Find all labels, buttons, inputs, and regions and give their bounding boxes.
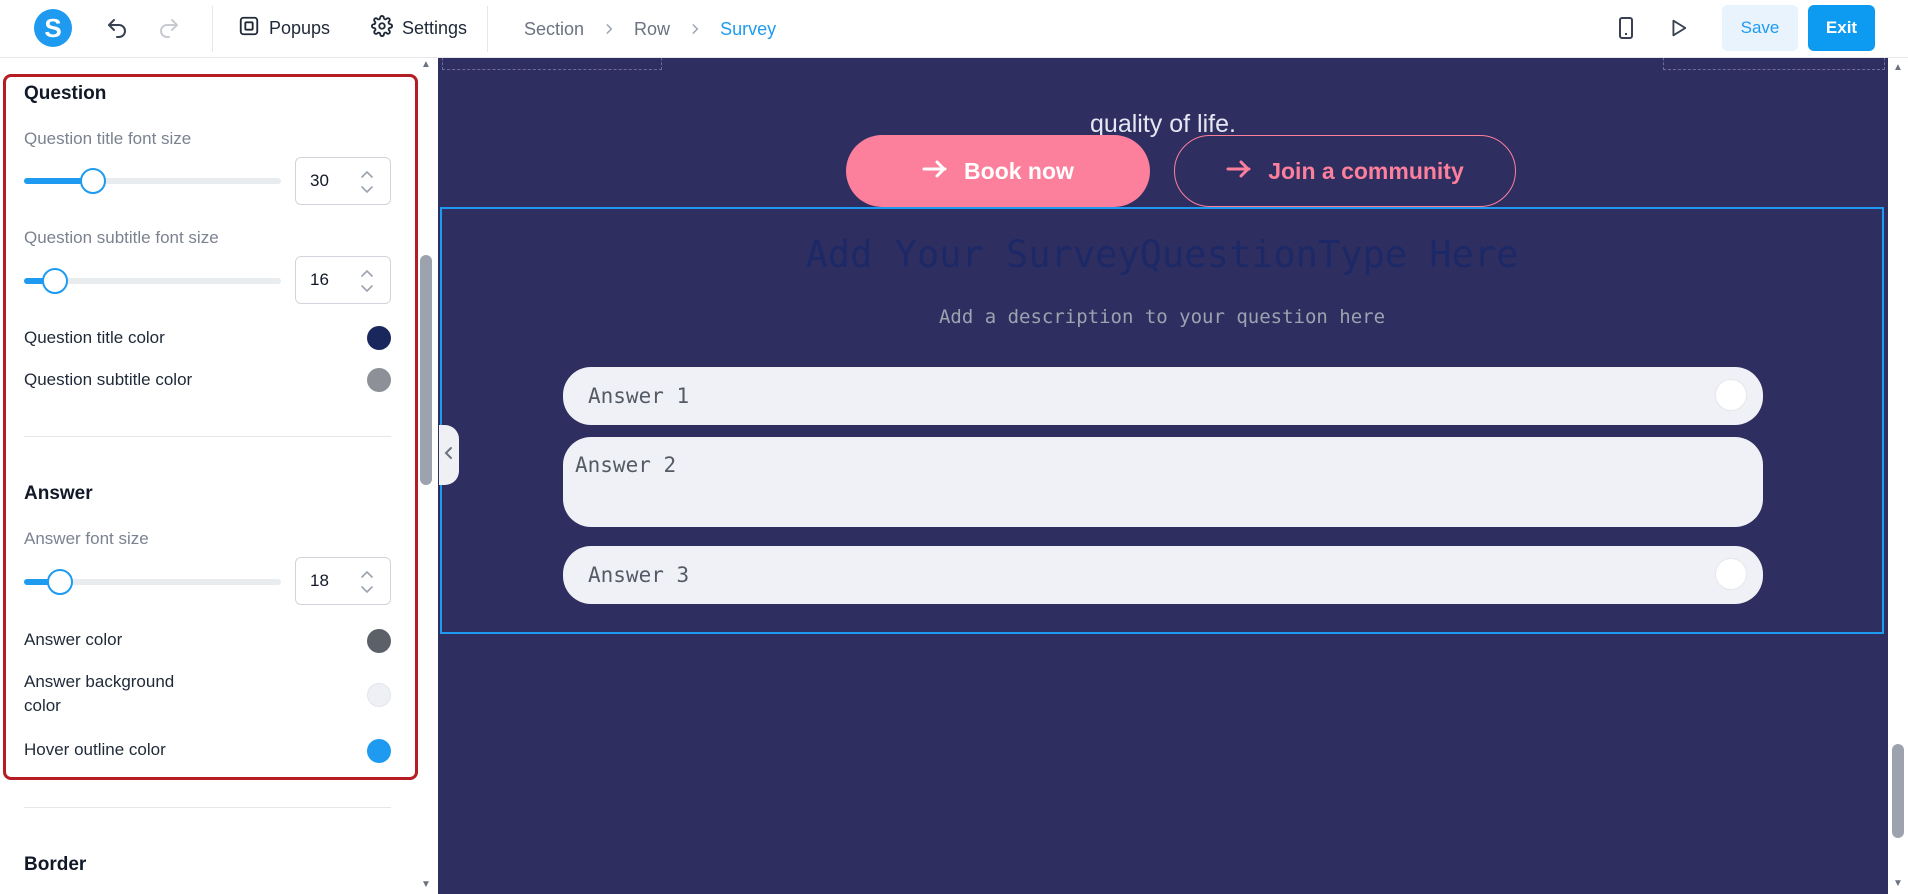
play-preview-icon[interactable] xyxy=(1664,14,1692,42)
slider-thumb[interactable] xyxy=(41,268,68,294)
join-community-button[interactable]: Join a community xyxy=(1174,135,1516,207)
answer-color-label: Answer color xyxy=(24,630,123,649)
radio-button[interactable] xyxy=(1715,379,1747,411)
mobile-preview-icon[interactable] xyxy=(1612,14,1640,42)
editor-canvas: quality of life. Book now Join a communi… xyxy=(438,58,1888,894)
settings-label: Settings xyxy=(402,17,468,38)
book-now-button[interactable]: Book now xyxy=(846,135,1150,207)
scroll-up-icon[interactable]: ▲ xyxy=(420,60,432,70)
undo-icon[interactable] xyxy=(103,14,131,42)
answer-option[interactable]: Answer 3 xyxy=(563,546,1763,604)
popups-icon xyxy=(238,15,260,42)
settings-panel: Question Question title font size 30 Que… xyxy=(0,58,437,894)
stepper-value[interactable]: 16 xyxy=(310,270,329,290)
question-title-font-size-slider[interactable] xyxy=(24,168,281,194)
answer-option[interactable]: Answer 1 xyxy=(563,367,1763,425)
answer-text: Answer 3 xyxy=(588,563,690,587)
answer-background-label-line2: color xyxy=(24,696,61,715)
hover-outline-color-swatch[interactable] xyxy=(367,739,391,763)
answer-font-size-label: Answer font size xyxy=(24,529,149,548)
collapse-panel-button[interactable] xyxy=(439,425,459,485)
breadcrumb-row[interactable]: Row xyxy=(634,19,670,40)
scroll-down-icon[interactable]: ▼ xyxy=(420,880,432,890)
question-section-title: Question xyxy=(24,83,107,104)
save-button[interactable]: Save xyxy=(1722,5,1798,51)
question-title-font-size-label: Question title font size xyxy=(24,129,192,148)
answer-background-label-line1: Answer background xyxy=(24,672,175,691)
arrow-right-icon xyxy=(922,158,948,185)
redo-icon[interactable] xyxy=(155,14,183,42)
answer-background-color-label: Answer background color xyxy=(24,670,174,718)
chevron-right-icon xyxy=(598,18,620,40)
breadcrumb-survey[interactable]: Survey xyxy=(720,19,776,40)
book-now-label: Book now xyxy=(964,157,1074,184)
toolbar-divider xyxy=(212,6,213,52)
question-subtitle-font-size-stepper[interactable]: 16 xyxy=(295,256,391,304)
column-outline xyxy=(1663,58,1885,70)
exit-button[interactable]: Exit xyxy=(1808,5,1875,51)
popups-label: Popups xyxy=(269,17,331,38)
stepper-value[interactable]: 30 xyxy=(310,171,329,191)
section-divider xyxy=(24,807,391,808)
canvas-scrollbar[interactable]: ▲ ▼ xyxy=(1888,58,1908,894)
settings-button[interactable]: Settings xyxy=(371,14,467,42)
scroll-up-icon[interactable]: ▲ xyxy=(1892,62,1904,73)
popups-button[interactable]: Popups xyxy=(238,14,330,42)
answer-font-size-slider[interactable] xyxy=(24,569,281,595)
gear-icon xyxy=(371,14,393,42)
survey-question-title[interactable]: Add Your SurveyQuestionType Here xyxy=(442,233,1882,276)
survey-question-description[interactable]: Add a description to your question here xyxy=(442,306,1882,328)
scrollbar-thumb[interactable] xyxy=(1892,744,1904,838)
answer-text: Answer 1 xyxy=(588,384,690,408)
question-title-color-swatch[interactable] xyxy=(367,326,391,350)
stepper-arrows-icon[interactable] xyxy=(360,169,374,195)
stepper-arrows-icon[interactable] xyxy=(360,268,374,294)
question-subtitle-font-size-label: Question subtitle font size xyxy=(24,228,219,247)
survey-block[interactable]: Add Your SurveyQuestionType Here Add a d… xyxy=(440,207,1884,634)
border-section-title: Border xyxy=(24,854,87,875)
question-subtitle-font-size-slider[interactable] xyxy=(24,268,281,294)
panel-scrollbar[interactable]: ▲ ▼ xyxy=(420,58,436,894)
slider-thumb[interactable] xyxy=(46,569,73,595)
hover-outline-color-label: Hover outline color xyxy=(24,740,166,759)
column-outline xyxy=(442,58,662,70)
question-title-font-size-stepper[interactable]: 30 xyxy=(295,157,391,205)
hero-text: quality of life. xyxy=(1090,110,1236,138)
question-title-color-label: Question title color xyxy=(24,328,165,347)
app-logo[interactable]: S xyxy=(34,9,72,47)
stepper-value[interactable]: 18 xyxy=(310,571,329,591)
question-subtitle-color-swatch[interactable] xyxy=(367,368,391,392)
question-subtitle-color-label: Question subtitle color xyxy=(24,370,193,389)
top-toolbar: S Popups Settings Section Row Survey Sav… xyxy=(0,0,1908,58)
answer-color-swatch[interactable] xyxy=(367,629,391,653)
answer-text: Answer 2 xyxy=(575,453,677,477)
answer-option[interactable]: Answer 2 xyxy=(563,437,1763,527)
answer-background-color-swatch[interactable] xyxy=(367,683,391,707)
toolbar-divider xyxy=(487,6,488,52)
scroll-down-icon[interactable]: ▼ xyxy=(1892,878,1904,889)
radio-button[interactable] xyxy=(1715,558,1747,590)
join-community-label: Join a community xyxy=(1268,157,1464,184)
chevron-right-icon xyxy=(684,18,706,40)
breadcrumb-section[interactable]: Section xyxy=(524,19,584,40)
answer-section-title: Answer xyxy=(24,483,93,504)
arrow-right-icon xyxy=(1226,158,1252,185)
stepper-arrows-icon[interactable] xyxy=(360,569,374,595)
scrollbar-thumb[interactable] xyxy=(420,255,432,485)
section-divider xyxy=(24,436,391,437)
breadcrumb: Section Row Survey xyxy=(524,18,776,40)
answer-font-size-stepper[interactable]: 18 xyxy=(295,557,391,605)
chevron-left-icon xyxy=(443,445,455,466)
